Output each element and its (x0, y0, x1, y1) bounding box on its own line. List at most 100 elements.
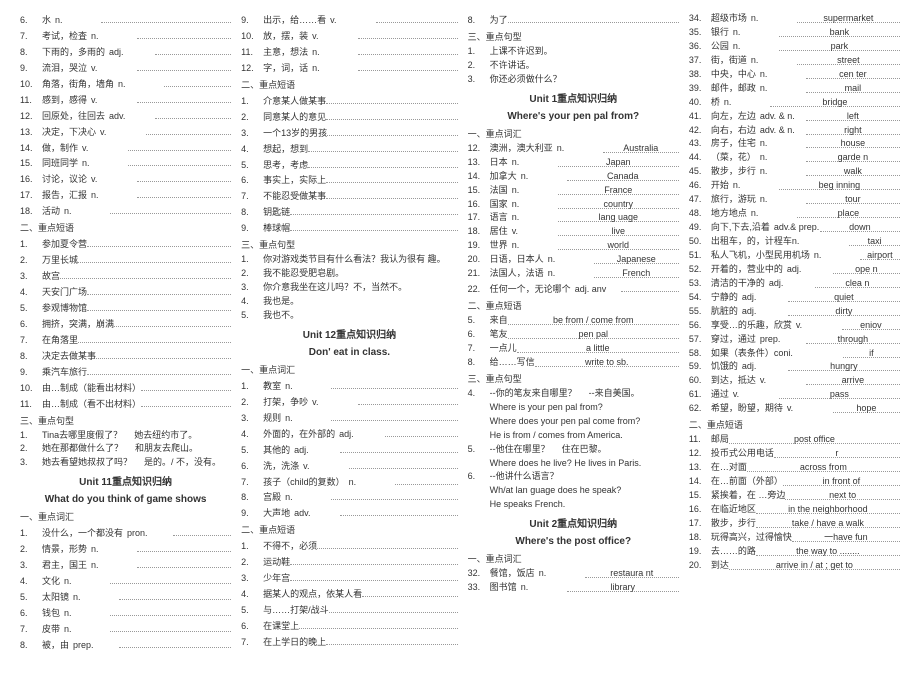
item-chinese: 皮带 (42, 623, 60, 637)
sentence-row: 2. 不许讲话。 (468, 59, 679, 73)
sentence-a: 上课不许迟到。 (490, 45, 553, 59)
item-chinese: 私人飞机，小型民用机场 (711, 249, 810, 263)
phrase-row: 11. 邮局 post office (689, 433, 900, 447)
item-answer (96, 348, 231, 359)
vocab-row: 6. 洗，洗涤 v. (241, 458, 458, 474)
vocab-row: 48. 地方地点 n. place (689, 207, 900, 221)
sentence-row: He speaks French. (468, 498, 679, 512)
item-pos: n. (756, 193, 806, 207)
sentence-b: 是的。/ 不，没有。 (144, 456, 221, 470)
item-pos: n. (78, 157, 128, 171)
vocab-row: 58. 如果（表条件）coni. if (689, 347, 900, 361)
vocab-row: 2. 打架，争吵 v. (241, 394, 458, 410)
item-answer: garde n (806, 151, 900, 162)
vocab-row: 45. 散步，步行 n. walk (689, 165, 900, 179)
phrase-block: 5. 来自 be from / come from6. 笔友 pen pal7.… (468, 314, 679, 370)
item-answer (329, 602, 458, 613)
item-answer: right (806, 124, 900, 135)
item-pos: n. (729, 26, 779, 40)
sentence-a: 我也是。 (263, 295, 299, 309)
item-answer: post office (729, 433, 900, 444)
phrase-row: 4. 天安门广场 (20, 284, 231, 300)
sentence-row: 1. 上课不许迟到。 (468, 45, 679, 59)
item-chinese: 为了 (490, 14, 508, 28)
item-chinese: 参加夏令营 (42, 238, 87, 252)
item-num: 4. (20, 286, 42, 300)
vocab-row: 55. 肮脏的 adj. dirty (689, 305, 900, 319)
item-answer (340, 505, 458, 516)
item-answer: take / have a walk (756, 517, 900, 528)
item-num: 5. (20, 591, 42, 605)
phrase-row: 7. 一点儿 a little (468, 342, 679, 356)
item-chinese: 决定，下决心 (42, 126, 96, 140)
vocab-row: 41. 向左，左边 adv. & n. left (689, 110, 900, 124)
item-chinese: 决定去做某事 (42, 350, 96, 364)
item-num: 1. (20, 429, 42, 443)
item-answer (110, 573, 231, 584)
item-chinese: 餐馆，饭店 (490, 567, 535, 581)
item-chinese: 加拿大 (490, 170, 517, 184)
item-chinese: 宁静的 (711, 291, 738, 305)
item-answer (164, 76, 231, 87)
item-answer (78, 252, 231, 263)
item-num: 4. (241, 295, 263, 309)
item-pos: adj. anv (571, 283, 621, 297)
item-num: 14. (468, 170, 490, 184)
item-chinese: 国家 (490, 198, 508, 212)
item-num: 3. (20, 456, 42, 470)
item-num: 11. (20, 398, 42, 412)
item-num: 7. (241, 476, 263, 490)
item-num: 13. (468, 156, 490, 170)
item-chinese: 希望，盼望，期待 (711, 402, 783, 416)
sentence-row: Wh/at lan guage does he speak? (468, 484, 679, 498)
item-num: 12. (20, 110, 42, 124)
item-pos: n. (87, 559, 137, 573)
phrase-row: 16. 在临近地区 in the neighborhood (689, 503, 900, 517)
vocab-row: 17. 报告，汇报 n. (20, 187, 231, 203)
item-pos: v. (308, 396, 358, 410)
item-pos: n. (553, 142, 603, 156)
item-chinese: 参观博物馆 (42, 302, 87, 316)
item-chinese: 被，由 (42, 639, 69, 653)
item-answer: be from / come from (508, 314, 679, 325)
item-answer (114, 316, 231, 327)
vocab-row: 7. 考试，检査 n. (20, 28, 231, 44)
item-num: 45. (689, 165, 711, 179)
item-chinese: 饥饿的 (711, 360, 738, 374)
item-chinese: 公园 (711, 40, 729, 54)
item-answer (326, 109, 458, 120)
item-num: 9. (241, 14, 263, 28)
phrase-row: 12. 投币式公用电话 r (689, 447, 900, 461)
item-pos: v. (96, 126, 146, 140)
item-pos: n. (60, 607, 110, 621)
item-pos: n. (508, 156, 558, 170)
phrase-row: 5. 参观博物馆 (20, 300, 231, 316)
item-answer: beg inning (779, 179, 900, 190)
item-chinese: 法国 (490, 184, 508, 198)
vocab-row: 59. 饥饿的 adj. hungry (689, 360, 900, 374)
item-answer: place (797, 207, 900, 218)
item-num: 3. (241, 281, 263, 295)
item-answer: tour (806, 193, 900, 204)
item-num: 12. (689, 447, 711, 461)
item-num: 16. (689, 503, 711, 517)
section-label: 二、重点短语 (20, 221, 231, 234)
item-pos: prep. (69, 639, 119, 653)
sentence-text: He is from / comes from America. (490, 429, 623, 443)
item-num: 35. (689, 26, 711, 40)
item-answer (137, 28, 231, 39)
sentence-row: 5. 我也不。 (241, 309, 458, 323)
item-chinese: 在角落里 (42, 334, 78, 348)
item-pos: n. (87, 543, 137, 557)
section-label: 三、重点句型 (468, 30, 679, 43)
item-answer (137, 92, 231, 103)
item-pos: n. (810, 249, 860, 263)
sentence-a: --他住在哪里？ (490, 443, 550, 457)
item-num: 6. (468, 328, 490, 342)
item-answer: supermarket (797, 12, 900, 23)
item-answer: house (806, 137, 900, 148)
vocab-block: 1. 教室 n. 2. 打架，争吵 v. 3. 规则 n. 4. 外面的，在外部… (241, 378, 458, 521)
item-num: 5. (241, 159, 263, 173)
vocab-row: 12. 澳洲，澳大利亚 n. Australia (468, 142, 679, 156)
vocab-row: 9. 大声地 adv. (241, 505, 458, 521)
